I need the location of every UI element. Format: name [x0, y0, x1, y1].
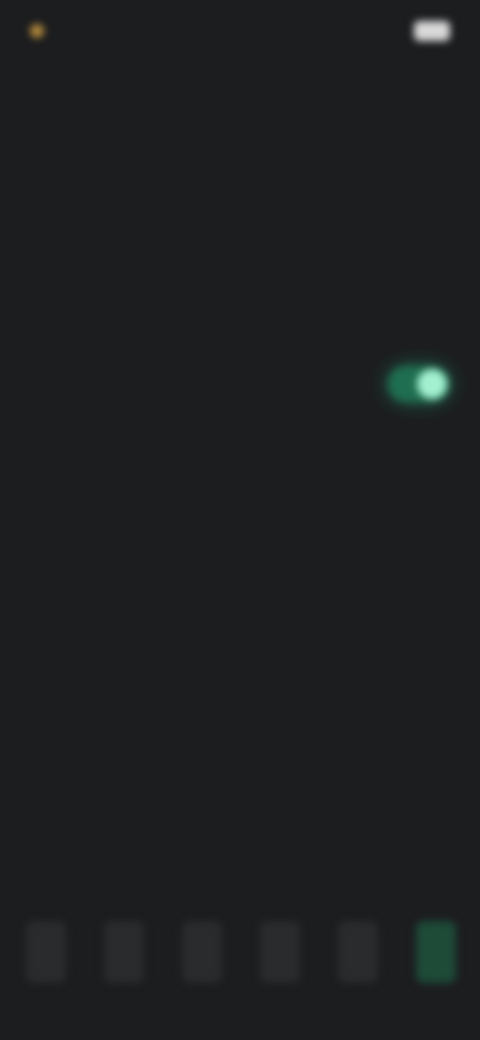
tab-5[interactable]: [330, 918, 386, 986]
tab-4-bar: [260, 921, 300, 983]
tab-6-active[interactable]: [408, 918, 464, 986]
tab-5-bar: [338, 921, 378, 983]
section-1-header-row: [0, 214, 480, 254]
top-setting-row[interactable]: [0, 100, 480, 144]
setting-3-row[interactable]: [0, 548, 480, 592]
section-3-header-row: [0, 808, 480, 852]
setting-2-toggle[interactable]: [388, 366, 450, 402]
status-dot-icon: [30, 24, 44, 38]
tab-2-bar: [104, 921, 144, 983]
tab-3[interactable]: [174, 918, 230, 986]
tab-6-bar: [416, 921, 456, 983]
status-left-indicator: [30, 12, 140, 50]
tab-1-bar: [26, 921, 66, 983]
tab-2[interactable]: [96, 918, 152, 986]
tab-1[interactable]: [18, 918, 74, 986]
setting-4-row[interactable]: [0, 620, 480, 664]
toggle-knob: [417, 369, 447, 399]
tab-3-bar: [182, 921, 222, 983]
caption-row: [0, 866, 480, 916]
section-2-setting-row[interactable]: [0, 474, 480, 518]
status-bar: [0, 0, 480, 64]
battery-icon: [414, 21, 450, 41]
tab-4[interactable]: [252, 918, 308, 986]
bottom-tab-strip: [0, 918, 480, 986]
setting-1-row[interactable]: [0, 288, 480, 332]
setting-5-row[interactable]: [0, 696, 480, 740]
status-right-indicators: [345, 14, 450, 48]
setting-2-row[interactable]: [0, 360, 480, 408]
